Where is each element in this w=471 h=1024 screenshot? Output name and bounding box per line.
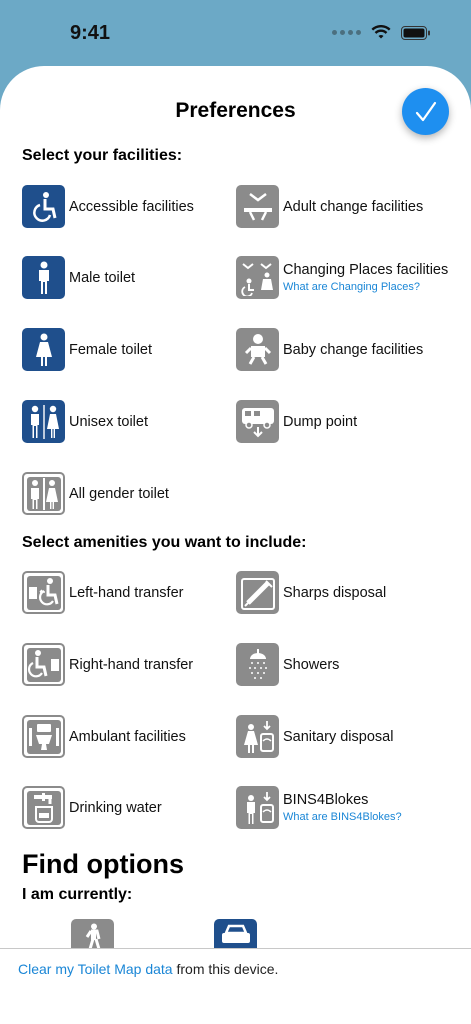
preferences-sheet: Preferences Select your facilities: Acce…: [0, 66, 471, 1024]
car-icon: [221, 924, 250, 943]
amenity-label: Left-hand transfer: [69, 584, 184, 601]
footer-text: Clear my Toilet Map data from this devic…: [18, 961, 278, 977]
facility-label: Accessible facilities: [69, 198, 194, 215]
changing-places-icon: [236, 256, 279, 299]
facility-dump-point[interactable]: Dump point: [236, 400, 357, 443]
amenity-label: Sanitary disposal: [283, 728, 394, 745]
amenity-showers[interactable]: Showers: [236, 643, 339, 686]
baby-icon: [236, 328, 279, 371]
amenity-label: Showers: [283, 656, 340, 673]
status-bar: 9:41: [0, 0, 471, 66]
checkmark-icon: [415, 101, 436, 121]
walking-icon: [85, 923, 100, 949]
amenities-heading: Select amenities you want to include:: [22, 534, 307, 551]
syringe-icon: [236, 571, 279, 614]
ambulant-toilet-icon: [22, 715, 65, 758]
driving-option[interactable]: [214, 919, 257, 949]
facility-label: Male toilet: [69, 269, 136, 286]
bins4blokes-info-link[interactable]: What are BINS4Blokes?: [283, 811, 402, 823]
clear-data-link[interactable]: Clear my Toilet Map data: [18, 961, 173, 977]
female-icon: [22, 328, 65, 371]
facility-label: All gender toilet: [69, 485, 169, 502]
all-gender-icon: [22, 472, 65, 515]
amenity-label: BINS4Blokes: [283, 792, 369, 808]
facility-label: Dump point: [283, 413, 358, 430]
facility-label: Adult change facilities: [283, 198, 424, 215]
amenity-label: Sharps disposal: [283, 584, 387, 601]
find-options-subheading: I am currently:: [22, 886, 133, 903]
facility-all-gender[interactable]: All gender toilet: [22, 472, 169, 515]
facility-adult-change[interactable]: Adult change facilities: [236, 185, 423, 228]
unisex-icon: [22, 400, 65, 443]
amenity-bins4blokes[interactable]: BINS4Blokes What are BINS4Blokes?: [236, 786, 402, 829]
left-hand-transfer-icon: [22, 571, 65, 614]
shower-icon: [236, 643, 279, 686]
right-hand-transfer-icon: [22, 643, 65, 686]
amenity-drinking-water[interactable]: Drinking water: [22, 786, 162, 829]
male-icon: [22, 256, 65, 299]
status-icons: [332, 25, 431, 40]
changing-bench-icon: [236, 185, 279, 228]
amenity-label: Right-hand transfer: [69, 656, 194, 673]
facility-label: Female toilet: [69, 341, 153, 358]
facility-changing-places[interactable]: Changing Places facilities What are Chan…: [236, 256, 448, 299]
facility-label: Unisex toilet: [69, 413, 148, 430]
signal-dots-icon: [332, 30, 361, 35]
footer-suffix: from this device.: [172, 961, 279, 977]
facility-label: Baby change facilities: [283, 341, 424, 358]
amenity-right-hand-transfer[interactable]: Right-hand transfer: [22, 643, 193, 686]
wifi-icon: [371, 25, 391, 39]
find-options-heading: Find options: [22, 849, 184, 879]
walking-option[interactable]: [71, 919, 114, 949]
footer: Clear my Toilet Map data from this devic…: [0, 948, 471, 1024]
amenity-sharps-disposal[interactable]: Sharps disposal: [236, 571, 386, 614]
facility-unisex[interactable]: Unisex toilet: [22, 400, 148, 443]
page-title: Preferences: [175, 99, 296, 122]
facility-accessible[interactable]: Accessible facilities: [22, 185, 194, 228]
facility-label: Changing Places facilities: [283, 262, 449, 278]
amenity-left-hand-transfer[interactable]: Left-hand transfer: [22, 571, 183, 614]
wheelchair-icon: [22, 185, 65, 228]
status-time: 9:41: [70, 22, 111, 44]
facility-baby-change[interactable]: Baby change facilities: [236, 328, 423, 371]
done-button[interactable]: [402, 88, 449, 135]
amenity-ambulant[interactable]: Ambulant facilities: [22, 715, 186, 758]
battery-icon: [401, 25, 430, 40]
drinking-water-icon: [22, 786, 65, 829]
changing-places-info-link[interactable]: What are Changing Places?: [283, 281, 448, 293]
facility-male[interactable]: Male toilet: [22, 256, 135, 299]
bins4blokes-icon: [236, 786, 279, 829]
amenity-sanitary-disposal[interactable]: Sanitary disposal: [236, 715, 393, 758]
amenity-label: Ambulant facilities: [69, 728, 186, 745]
amenity-label: Drinking water: [69, 799, 162, 816]
sanitary-disposal-icon: [236, 715, 279, 758]
dump-point-icon: [236, 400, 279, 443]
facilities-heading: Select your facilities:: [22, 147, 183, 164]
facility-female[interactable]: Female toilet: [22, 328, 152, 371]
